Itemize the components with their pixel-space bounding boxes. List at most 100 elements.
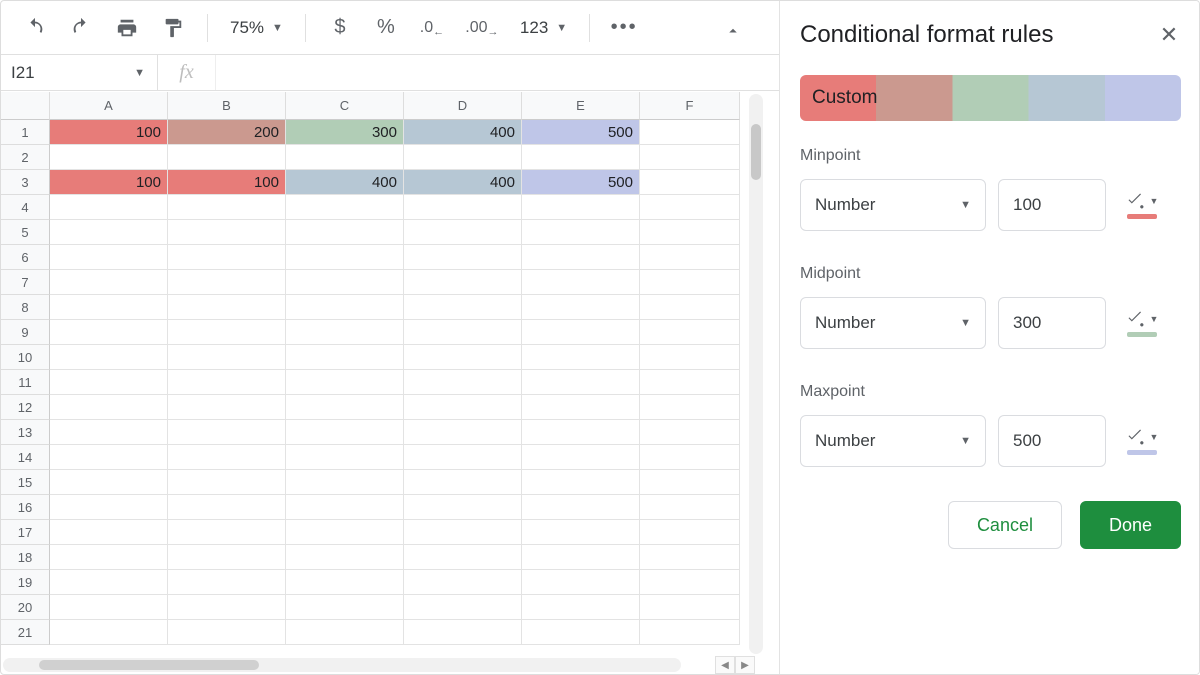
cell[interactable] — [640, 145, 740, 170]
cell[interactable] — [640, 420, 740, 445]
cell[interactable] — [640, 195, 740, 220]
more-tools-button[interactable]: ••• — [604, 8, 644, 48]
cell[interactable] — [522, 220, 640, 245]
cell[interactable] — [286, 395, 404, 420]
cell[interactable] — [286, 220, 404, 245]
cell[interactable] — [50, 345, 168, 370]
row-header[interactable]: 8 — [1, 295, 50, 320]
cell[interactable] — [50, 470, 168, 495]
minpoint-color-picker[interactable]: ▼ — [1118, 191, 1166, 219]
cell[interactable] — [50, 370, 168, 395]
cell[interactable] — [286, 320, 404, 345]
col-header-E[interactable]: E — [522, 92, 640, 120]
cell[interactable] — [522, 520, 640, 545]
row-header[interactable]: 9 — [1, 320, 50, 345]
midpoint-type-select[interactable]: Number▼ — [800, 297, 986, 349]
cell[interactable] — [286, 520, 404, 545]
cell[interactable] — [640, 570, 740, 595]
cell[interactable] — [50, 220, 168, 245]
zoom-dropdown[interactable]: 75% ▼ — [222, 18, 291, 38]
cell[interactable]: 500 — [522, 120, 640, 145]
row-header[interactable]: 11 — [1, 370, 50, 395]
row-header[interactable]: 18 — [1, 545, 50, 570]
cell[interactable] — [640, 270, 740, 295]
cell[interactable] — [168, 595, 286, 620]
row-header[interactable]: 19 — [1, 570, 50, 595]
cell[interactable] — [286, 495, 404, 520]
cell[interactable] — [404, 345, 522, 370]
row-header[interactable]: 14 — [1, 445, 50, 470]
cell[interactable] — [168, 145, 286, 170]
color-scale-preview[interactable]: Custom — [800, 75, 1181, 121]
cell[interactable] — [404, 220, 522, 245]
cell[interactable] — [404, 395, 522, 420]
cell[interactable] — [286, 570, 404, 595]
cell[interactable] — [522, 620, 640, 645]
cell[interactable] — [286, 145, 404, 170]
cell[interactable] — [168, 245, 286, 270]
cell[interactable] — [404, 270, 522, 295]
cell[interactable] — [286, 370, 404, 395]
cell[interactable] — [522, 345, 640, 370]
cell[interactable] — [640, 445, 740, 470]
cell[interactable] — [404, 545, 522, 570]
cell[interactable]: 500 — [522, 170, 640, 195]
cell[interactable] — [168, 370, 286, 395]
cell[interactable] — [50, 620, 168, 645]
row-header[interactable]: 6 — [1, 245, 50, 270]
cell[interactable] — [522, 145, 640, 170]
cell[interactable] — [640, 170, 740, 195]
cell[interactable] — [522, 270, 640, 295]
cell[interactable] — [50, 295, 168, 320]
cell[interactable] — [404, 470, 522, 495]
midpoint-value-input[interactable]: 300 — [998, 297, 1106, 349]
cancel-button[interactable]: Cancel — [948, 501, 1062, 549]
cell[interactable] — [50, 245, 168, 270]
cell[interactable] — [640, 345, 740, 370]
cell[interactable] — [640, 545, 740, 570]
sheet-prev-button[interactable]: ◀ — [715, 656, 735, 674]
sheet-next-button[interactable]: ▶ — [735, 656, 755, 674]
paint-format-button[interactable] — [153, 8, 193, 48]
close-panel-button[interactable]: ✕ — [1157, 23, 1181, 47]
row-header[interactable]: 7 — [1, 270, 50, 295]
cell[interactable] — [50, 395, 168, 420]
cell[interactable] — [168, 470, 286, 495]
cell[interactable] — [522, 545, 640, 570]
cell[interactable] — [404, 570, 522, 595]
increase-decimal-button[interactable]: .00→ — [458, 8, 506, 48]
currency-button[interactable]: $ — [320, 8, 360, 48]
cell[interactable] — [404, 420, 522, 445]
cell[interactable] — [50, 545, 168, 570]
cell[interactable] — [522, 195, 640, 220]
cell[interactable] — [168, 545, 286, 570]
cell[interactable] — [168, 445, 286, 470]
spreadsheet-grid[interactable]: A B C D E F 1100200300400500231001004004… — [1, 92, 763, 656]
cell[interactable]: 100 — [50, 170, 168, 195]
cell[interactable] — [640, 370, 740, 395]
cell[interactable] — [286, 445, 404, 470]
cell[interactable] — [640, 495, 740, 520]
cell[interactable] — [404, 245, 522, 270]
cell[interactable] — [168, 320, 286, 345]
midpoint-color-picker[interactable]: ▼ — [1118, 309, 1166, 337]
row-header[interactable]: 4 — [1, 195, 50, 220]
cell[interactable] — [168, 220, 286, 245]
collapse-sidepanel-button[interactable] — [717, 15, 749, 47]
cell[interactable] — [168, 295, 286, 320]
cell[interactable] — [640, 220, 740, 245]
cell[interactable] — [404, 145, 522, 170]
cell[interactable] — [168, 270, 286, 295]
cell[interactable] — [286, 245, 404, 270]
maxpoint-type-select[interactable]: Number▼ — [800, 415, 986, 467]
col-header-D[interactable]: D — [404, 92, 522, 120]
cell[interactable] — [168, 495, 286, 520]
cell[interactable]: 400 — [286, 170, 404, 195]
row-header[interactable]: 21 — [1, 620, 50, 645]
cell[interactable] — [286, 545, 404, 570]
cell[interactable] — [640, 595, 740, 620]
cell[interactable] — [286, 470, 404, 495]
cell[interactable] — [50, 145, 168, 170]
cell[interactable] — [286, 420, 404, 445]
print-button[interactable] — [107, 8, 147, 48]
